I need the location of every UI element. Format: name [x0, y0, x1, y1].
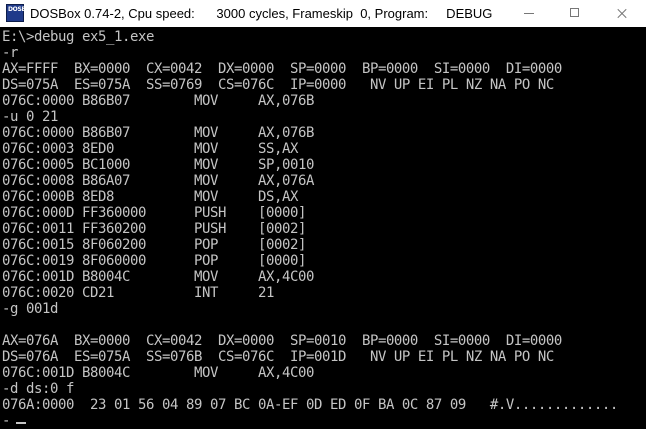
dosbox-app-icon[interactable]: DOSBOX: [6, 4, 35, 22]
console-line: DS=076A ES=075A SS=076B CS=076C IP=001D …: [2, 349, 554, 365]
console-line: 076C:000B 8ED8 MOV DS,AX: [2, 189, 298, 205]
console-line: 076C:0005 BC1000 MOV SP,0010: [2, 157, 314, 173]
console-line: -u 0 21: [2, 109, 58, 125]
text-cursor: [16, 422, 26, 424]
console-line: 076C:001D B8004C MOV AX,4C00: [2, 365, 314, 381]
close-icon[interactable]: [598, 0, 646, 27]
window-title: DOSBox 0.74-2, Cpu speed: 3000 cycles, F…: [30, 6, 493, 21]
console-line: 076C:0019 8F060000 POP [0000]: [2, 253, 306, 269]
minimize-icon[interactable]: [506, 0, 552, 27]
console-line: 076C:0020 CD21 INT 21: [2, 285, 274, 301]
console-line: 076C:0011 FF360200 PUSH [0002]: [2, 221, 306, 237]
title-bar[interactable]: DOSBOX DOSBox 0.74-2, Cpu speed: 3000 cy…: [0, 0, 646, 28]
console-area[interactable]: E:\>debug ex5_1.exe -r AX=FFFF BX=0000 C…: [0, 27, 646, 429]
console-line: AX=FFFF BX=0000 CX=0042 DX=0000 SP=0000 …: [2, 61, 562, 77]
console-line: 076C:0003 8ED0 MOV SS,AX: [2, 141, 298, 157]
console-line: DS=075A ES=075A SS=0769 CS=076C IP=0000 …: [2, 77, 554, 93]
console-line: 076C:0015 8F060200 POP [0002]: [2, 237, 306, 253]
console-line: 076A:0000 23 01 56 04 89 07 BC 0A-EF 0D …: [2, 397, 618, 413]
console-line: 076C:001D B8004C MOV AX,4C00: [2, 269, 314, 285]
console-line: 076C:0008 B86A07 MOV AX,076A: [2, 173, 314, 189]
console-prompt: -: [2, 413, 10, 429]
console-line: -r: [2, 45, 18, 61]
console-line: -g 001d: [2, 301, 58, 317]
console-line: -d ds:0 f: [2, 381, 74, 397]
console-line: AX=076A BX=0000 CX=0042 DX=0000 SP=0010 …: [2, 333, 562, 349]
dosbox-window: DOSBOX DOSBox 0.74-2, Cpu speed: 3000 cy…: [0, 0, 646, 429]
console-line: 076C:0000 B86B07 MOV AX,076B: [2, 93, 314, 109]
console-line: 076C:000D FF360000 PUSH [0000]: [2, 205, 306, 221]
console-line: E:\>debug ex5_1.exe: [2, 29, 154, 45]
console-line: 076C:0000 B86B07 MOV AX,076B: [2, 125, 314, 141]
maximize-icon[interactable]: [552, 0, 598, 27]
